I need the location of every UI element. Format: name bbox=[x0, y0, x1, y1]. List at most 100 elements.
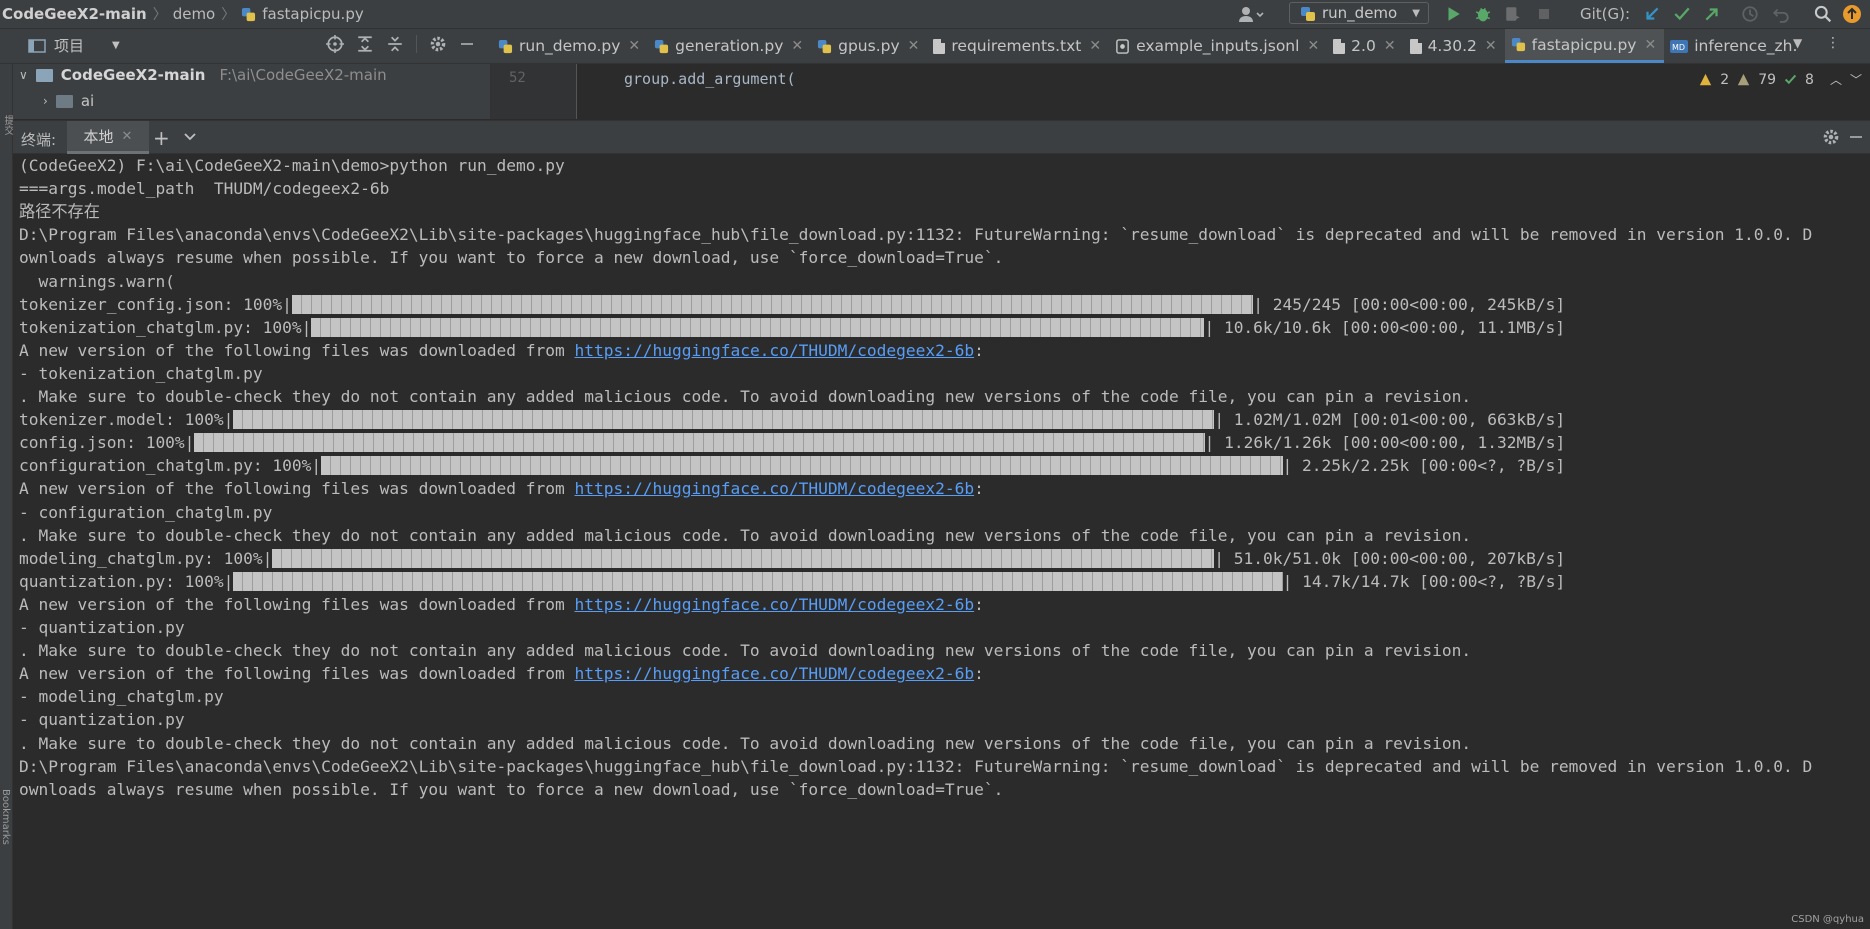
close-icon[interactable]: ✕ bbox=[1485, 38, 1497, 54]
progress-stats: | 2.25k/2.25k [00:00<?, ?B/s] bbox=[1282, 456, 1566, 476]
search-icon[interactable] bbox=[1814, 0, 1832, 28]
close-icon[interactable]: ✕ bbox=[1644, 37, 1656, 53]
chevron-down-icon[interactable]: ﹀ bbox=[1850, 71, 1862, 88]
editor-tab-run-demo[interactable]: run_demo.py ✕ bbox=[492, 29, 648, 63]
close-icon[interactable]: ✕ bbox=[791, 38, 803, 54]
terminal-line: A new version of the following files was… bbox=[19, 662, 984, 685]
tool-window-bookmarks[interactable]: Bookmarks bbox=[0, 789, 11, 845]
project-view-selector[interactable]: 项目 ▼ bbox=[28, 35, 120, 56]
terminal-line: - configuration_chatglm.py bbox=[19, 501, 272, 524]
tool-tab-row: 项目 ▼ run_demo.py ✕ generation.py ✕ gpus.… bbox=[0, 29, 1870, 64]
progress-label: modeling_chatglm.py: 100%| bbox=[19, 548, 273, 568]
run-icon[interactable] bbox=[1444, 0, 1462, 28]
close-icon[interactable]: ✕ bbox=[1384, 38, 1396, 54]
git-update-icon[interactable] bbox=[1643, 0, 1661, 28]
editor[interactable]: 52 group.add_argument( 2 79 8 ︿ ﹀ bbox=[491, 64, 1870, 119]
watermark: CSDN @qyhua bbox=[1791, 914, 1864, 925]
git-commit-icon[interactable] bbox=[1673, 0, 1691, 28]
editor-tab-fastapicpu[interactable]: fastapicpu.py ✕ bbox=[1504, 29, 1665, 63]
minimize-icon[interactable] bbox=[1848, 128, 1864, 146]
breadcrumb-file[interactable]: fastapicpu.py bbox=[262, 5, 364, 23]
breadcrumb: CodeGeeX2-main 〉 demo 〉 fastapicpu.py bbox=[2, 4, 364, 24]
python-icon bbox=[1300, 4, 1316, 22]
huggingface-link[interactable]: https://huggingface.co/THUDM/codegeex2-6… bbox=[575, 479, 975, 498]
terminal-text: - configuration_chatglm.py bbox=[19, 502, 273, 522]
editor-tab-inference-zh[interactable]: MD inference_zh. bbox=[1664, 29, 1805, 63]
python-file-icon bbox=[1511, 37, 1526, 52]
inspection-widget[interactable]: 2 79 8 ︿ ﹀ bbox=[1699, 71, 1862, 88]
terminal-text: - quantization.py bbox=[19, 618, 185, 637]
progress-label: config.json: 100%| bbox=[19, 433, 195, 453]
chevron-up-icon[interactable]: ︿ bbox=[1830, 71, 1842, 88]
project-tree: ∨ CodeGeeX2-main F:\ai\CodeGeeX2-main › … bbox=[13, 64, 501, 119]
tab-label: 2.0 bbox=[1351, 37, 1376, 55]
editor-tab-2-0[interactable]: 2.0 ✕ bbox=[1327, 29, 1403, 63]
svg-text:MD: MD bbox=[1672, 43, 1685, 52]
terminal-tab-local[interactable]: 本地 ✕ bbox=[67, 121, 149, 154]
editor-tab-example-inputs[interactable]: example_inputs.jsonl ✕ bbox=[1109, 29, 1327, 63]
gear-icon[interactable] bbox=[429, 35, 447, 53]
collapse-all-icon[interactable] bbox=[386, 35, 404, 53]
terminal-header: 终端: 本地 ✕ + bbox=[13, 120, 1870, 154]
gear-icon[interactable] bbox=[1822, 128, 1840, 146]
chevron-down-icon[interactable] bbox=[183, 129, 197, 145]
progress-stats: | 14.7k/14.7k [00:00<?, ?B/s] bbox=[1282, 571, 1566, 591]
breadcrumb-folder[interactable]: demo bbox=[173, 5, 216, 23]
progress-label: tokenizer.model: 100%| bbox=[19, 410, 234, 430]
close-icon[interactable]: ✕ bbox=[628, 38, 640, 54]
terminal-line: tokenization_chatglm.py: 100%| | 10.6k/10… bbox=[19, 316, 1565, 339]
chevron-down-icon: ∨ bbox=[19, 68, 28, 82]
editor-tab-requirements[interactable]: requirements.txt ✕ bbox=[927, 29, 1109, 63]
more-vertical-icon[interactable]: ⋮ bbox=[1826, 35, 1840, 51]
check-icon bbox=[1784, 72, 1797, 88]
terminal-line: warnings.warn( bbox=[19, 270, 175, 293]
editor-tab-gpus[interactable]: gpus.py ✕ bbox=[811, 29, 927, 63]
terminal-output[interactable]: (CodeGeeX2) F:\ai\CodeGeeX2-main\demo>py… bbox=[13, 154, 1870, 929]
huggingface-link[interactable]: https://huggingface.co/THUDM/codegeex2-6… bbox=[575, 664, 975, 683]
close-icon[interactable]: ✕ bbox=[1307, 38, 1319, 54]
tree-root-path: F:\ai\CodeGeeX2-main bbox=[219, 66, 387, 84]
download-progress-bar bbox=[194, 433, 1205, 453]
coverage-icon[interactable] bbox=[1504, 0, 1522, 28]
run-config-selector[interactable]: run_demo ▼ bbox=[1289, 2, 1429, 24]
terminal-text: : bbox=[974, 664, 984, 684]
git-push-icon[interactable] bbox=[1703, 0, 1721, 28]
terminal-text: ===args.model_path THUDM/codegeex2-6b bbox=[19, 179, 390, 199]
update-available-icon[interactable] bbox=[1842, 0, 1862, 28]
huggingface-link[interactable]: https://huggingface.co/THUDM/codegeex2-6… bbox=[575, 595, 975, 614]
close-icon[interactable]: ✕ bbox=[122, 129, 133, 144]
terminal-line: D:\Program Files\anaconda\envs\CodeGeeX2… bbox=[19, 755, 1812, 778]
tab-list-chevron-icon[interactable]: ▼ bbox=[1793, 36, 1802, 50]
editor-gutter: 52 bbox=[491, 64, 577, 119]
editor-tab-generation[interactable]: generation.py ✕ bbox=[648, 29, 811, 63]
terminal-text: warnings.warn( bbox=[19, 271, 175, 291]
rollback-icon[interactable] bbox=[1772, 0, 1790, 28]
stop-icon[interactable] bbox=[1536, 0, 1552, 28]
close-icon[interactable]: ✕ bbox=[1089, 38, 1101, 54]
tree-node-root[interactable]: ∨ CodeGeeX2-main F:\ai\CodeGeeX2-main bbox=[19, 66, 387, 84]
terminal-line: D:\Program Files\anaconda\envs\CodeGeeX2… bbox=[19, 223, 1812, 246]
breadcrumb-project[interactable]: CodeGeeX2-main bbox=[2, 5, 147, 23]
python-file-icon bbox=[498, 39, 513, 54]
terminal-text: : bbox=[974, 479, 984, 499]
code-line[interactable]: group.add_argument( bbox=[624, 70, 796, 88]
terminal-text: A new version of the following files was… bbox=[19, 340, 575, 360]
user-add-icon[interactable] bbox=[1237, 0, 1265, 28]
close-icon[interactable]: ✕ bbox=[908, 38, 920, 54]
terminal-title: 终端: bbox=[21, 131, 57, 149]
terminal-line: - modeling_chatglm.py bbox=[19, 685, 224, 708]
minimize-icon[interactable] bbox=[459, 35, 475, 53]
progress-stats: | 51.0k/51.0k [00:00<00:00, 207kB/s] bbox=[1214, 548, 1566, 568]
tree-node-ai[interactable]: › ai bbox=[43, 92, 94, 110]
text-file-icon bbox=[1333, 38, 1346, 54]
history-icon[interactable] bbox=[1741, 0, 1759, 28]
editor-tab-4-30-2[interactable]: 4.30.2 ✕ bbox=[1404, 29, 1505, 63]
terminal-text: 路径不存在 bbox=[19, 202, 100, 222]
locate-icon[interactable] bbox=[326, 35, 344, 53]
terminal-tab-label: 本地 bbox=[83, 127, 114, 146]
expand-all-icon[interactable] bbox=[356, 35, 374, 53]
huggingface-link[interactable]: https://huggingface.co/THUDM/codegeex2-6… bbox=[575, 341, 975, 360]
terminal-line: modeling_chatglm.py: 100%| | 51.0k/51.0k … bbox=[19, 547, 1565, 570]
add-terminal-icon[interactable]: + bbox=[153, 126, 170, 150]
debug-icon[interactable] bbox=[1474, 0, 1492, 28]
